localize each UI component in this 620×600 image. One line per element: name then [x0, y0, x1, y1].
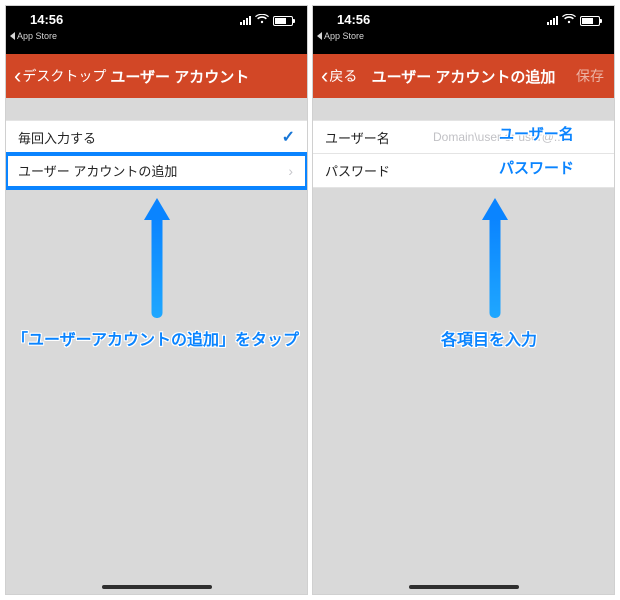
status-time: 14:56 [30, 12, 63, 27]
annotation-caption: 「ユーザーアカウントの追加」をタップ [12, 326, 299, 350]
status-time: 14:56 [337, 12, 370, 27]
nav-back-label: デスクトップ [22, 66, 106, 86]
cellular-signal-icon [547, 16, 558, 25]
row-label: 毎回入力する [18, 128, 96, 147]
battery-icon [273, 16, 293, 26]
nav-back-button[interactable]: ‹ 戻る [321, 65, 357, 87]
back-triangle-icon [317, 32, 322, 40]
nav-back-button[interactable]: ‹ デスクトップ [14, 65, 106, 87]
row-label: ユーザー アカウントの追加 [18, 161, 177, 180]
status-bar: 14:56 App Store [6, 6, 307, 54]
status-return-label: App Store [324, 31, 364, 41]
chevron-left-icon: ‹ [321, 65, 328, 87]
phone-left: 14:56 App Store ‹ デスクトップ ユーザー アカウント [5, 5, 308, 595]
home-indicator[interactable] [409, 585, 519, 589]
battery-icon [580, 16, 600, 26]
checkmark-icon: ✓ [282, 127, 295, 147]
cellular-signal-icon [240, 16, 251, 25]
content-area: ユーザー名 Domain\user or user@... パスワード ユーザー… [313, 98, 614, 594]
navbar: ‹ デスクトップ ユーザー アカウント [6, 54, 307, 98]
nav-save-button[interactable]: 保存 [576, 54, 604, 98]
annotation-username-label: ユーザー名 [499, 123, 574, 144]
status-indicators [240, 14, 293, 27]
status-return-label: App Store [17, 31, 57, 41]
annotation-caption: 各項目を入力 [441, 326, 537, 350]
wifi-icon [255, 14, 269, 27]
annotation-arrow [483, 198, 507, 318]
status-bar: 14:56 App Store [313, 6, 614, 54]
navbar: ‹ 戻る ユーザー アカウントの追加 保存 [313, 54, 614, 98]
phone-right: 14:56 App Store ‹ 戻る ユーザー アカウントの追加 保存 [312, 5, 615, 595]
back-triangle-icon [10, 32, 15, 40]
row-add-user-account[interactable]: ユーザー アカウントの追加 › [6, 154, 307, 188]
screenshot-canvas: 14:56 App Store ‹ デスクトップ ユーザー アカウント [0, 0, 620, 600]
chevron-right-icon: › [288, 163, 293, 179]
nav-title: ユーザー アカウント [110, 66, 249, 87]
status-indicators [547, 14, 600, 27]
home-indicator[interactable] [102, 585, 212, 589]
nav-back-label: 戻る [329, 66, 357, 86]
row-label: ユーザー名 [325, 128, 390, 147]
status-return-to-app[interactable]: App Store [10, 31, 57, 41]
nav-title: ユーザー アカウントの追加 [313, 66, 614, 87]
wifi-icon [562, 14, 576, 27]
annotation-arrow [145, 198, 169, 318]
chevron-left-icon: ‹ [14, 65, 21, 87]
row-ask-every-time[interactable]: 毎回入力する ✓ [6, 120, 307, 154]
annotation-password-label: パスワード [499, 157, 574, 178]
row-label: パスワード [325, 161, 390, 180]
content-area: 毎回入力する ✓ ユーザー アカウントの追加 › 「ユーザーアカウントの追加」を… [6, 98, 307, 594]
status-return-to-app[interactable]: App Store [317, 31, 364, 41]
